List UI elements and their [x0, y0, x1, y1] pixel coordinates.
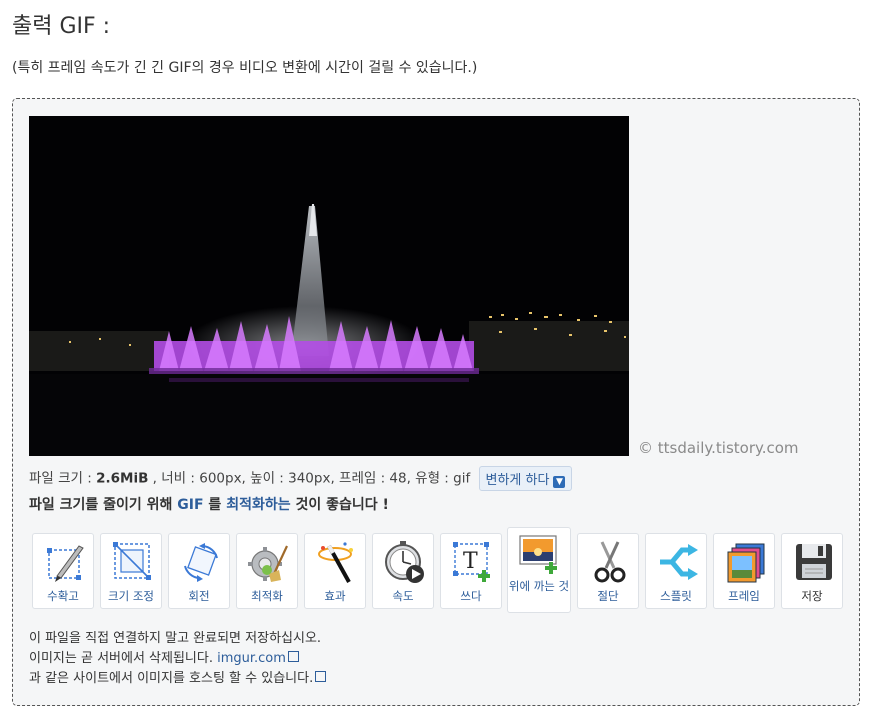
overlay-icon [519, 535, 557, 574]
effects-icon [318, 542, 353, 583]
crop-icon [47, 545, 84, 582]
advice-optimize-link[interactable]: 최적화하는 [226, 497, 290, 513]
tool-cut-button[interactable]: 절단 [577, 533, 639, 609]
tool-crop-label: 수확고 [47, 589, 79, 603]
external-link-icon [287, 651, 299, 662]
frames-icon [727, 543, 765, 583]
convert-button-label: 변하게 하다 [485, 473, 550, 488]
tool-overlay-button[interactable]: 위에 까는 것 [507, 527, 571, 613]
footer-line-3: 과 같은 사이트에서 이미지를 호스팅 할 수 있습니다. [29, 671, 314, 686]
file-size-value: 2.6MiB [96, 470, 149, 487]
tool-rotate-button[interactable]: 회전 [168, 533, 230, 609]
tool-resize-button[interactable]: 크기 조정 [100, 533, 162, 609]
footer-notice: 이 파일을 직접 연결하지 말고 완료되면 저장하십시오. 이미지는 곧 서버에… [29, 629, 327, 689]
tool-resize-label: 크기 조정 [108, 589, 154, 603]
tool-speed-button[interactable]: 속도 [372, 533, 434, 609]
footer-line-2: 이미지는 곧 서버에서 삭제됩니다. [29, 651, 218, 666]
output-panel: © ttsdaily.tistory.com 파일 크기 : 2.6MiB , … [12, 98, 860, 706]
download-arrow-icon: ▼ [553, 476, 566, 488]
tool-frames-button[interactable]: 프레임 [713, 533, 775, 609]
optimize-icon [248, 545, 288, 582]
svg-text:T: T [463, 549, 478, 574]
tool-effects-label: 효과 [324, 589, 346, 603]
advice-text: 것이 좋습니다 ! [290, 497, 389, 513]
file-info: 파일 크기 : 2.6MiB , 너비 : 600px, 높이 : 340px,… [29, 466, 573, 491]
cut-icon [594, 541, 626, 583]
advice-gif-link[interactable]: GIF [177, 497, 203, 513]
tool-save-button[interactable]: 저장 [781, 533, 843, 609]
text-icon: T [453, 542, 490, 582]
external-link-icon [315, 671, 327, 682]
tool-optimize-button[interactable]: 최적화 [236, 533, 298, 609]
tool-speed-label: 속도 [392, 589, 414, 603]
conversion-note: (특히 프레임 속도가 긴 긴 GIF의 경우 비디오 변환에 시간이 걸릴 수… [12, 60, 478, 76]
tool-optimize-label: 최적화 [251, 589, 283, 603]
speed-icon [385, 541, 424, 583]
tool-effects-button[interactable]: 효과 [304, 533, 366, 609]
tool-split-button[interactable]: 스플릿 [645, 533, 707, 609]
imgur-link[interactable]: imgur.com [217, 651, 286, 666]
tool-crop-button[interactable]: 수확고 [32, 533, 94, 609]
optimize-advice: 파일 크기를 줄이기 위해 GIF 를 최적화하는 것이 좋습니다 ! [29, 494, 389, 514]
advice-text: 를 [203, 497, 227, 513]
tool-cut-label: 절단 [597, 589, 619, 603]
dimensions-info: , 너비 : 600px, 높이 : 340px, 프레임 : 48, 유형 :… [148, 470, 471, 487]
rotate-icon [184, 543, 218, 582]
tool-split-label: 스플릿 [660, 589, 692, 603]
save-icon [796, 544, 832, 580]
convert-button[interactable]: 변하게 하다 ▼ [478, 466, 573, 491]
footer-line-1: 이 파일을 직접 연결하지 말고 완료되면 저장하십시오. [29, 631, 322, 646]
page-title: 출력 GIF : [12, 14, 111, 39]
advice-text: 파일 크기를 줄이기 위해 [29, 497, 178, 513]
tool-save-label: 저장 [801, 589, 823, 603]
tool-frames-label: 프레임 [728, 589, 760, 603]
file-size-label: 파일 크기 : [29, 470, 97, 487]
tool-overlay-label: 위에 까는 것 [508, 579, 570, 593]
resize-icon [113, 542, 151, 580]
output-gif-preview [29, 116, 629, 456]
watermark-text: © ttsdaily.tistory.com [638, 439, 799, 457]
split-icon [660, 544, 698, 580]
tool-text-button[interactable]: T 쓰다 [440, 533, 502, 609]
tool-text-label: 쓰다 [460, 589, 482, 603]
tool-rotate-label: 회전 [188, 589, 210, 603]
